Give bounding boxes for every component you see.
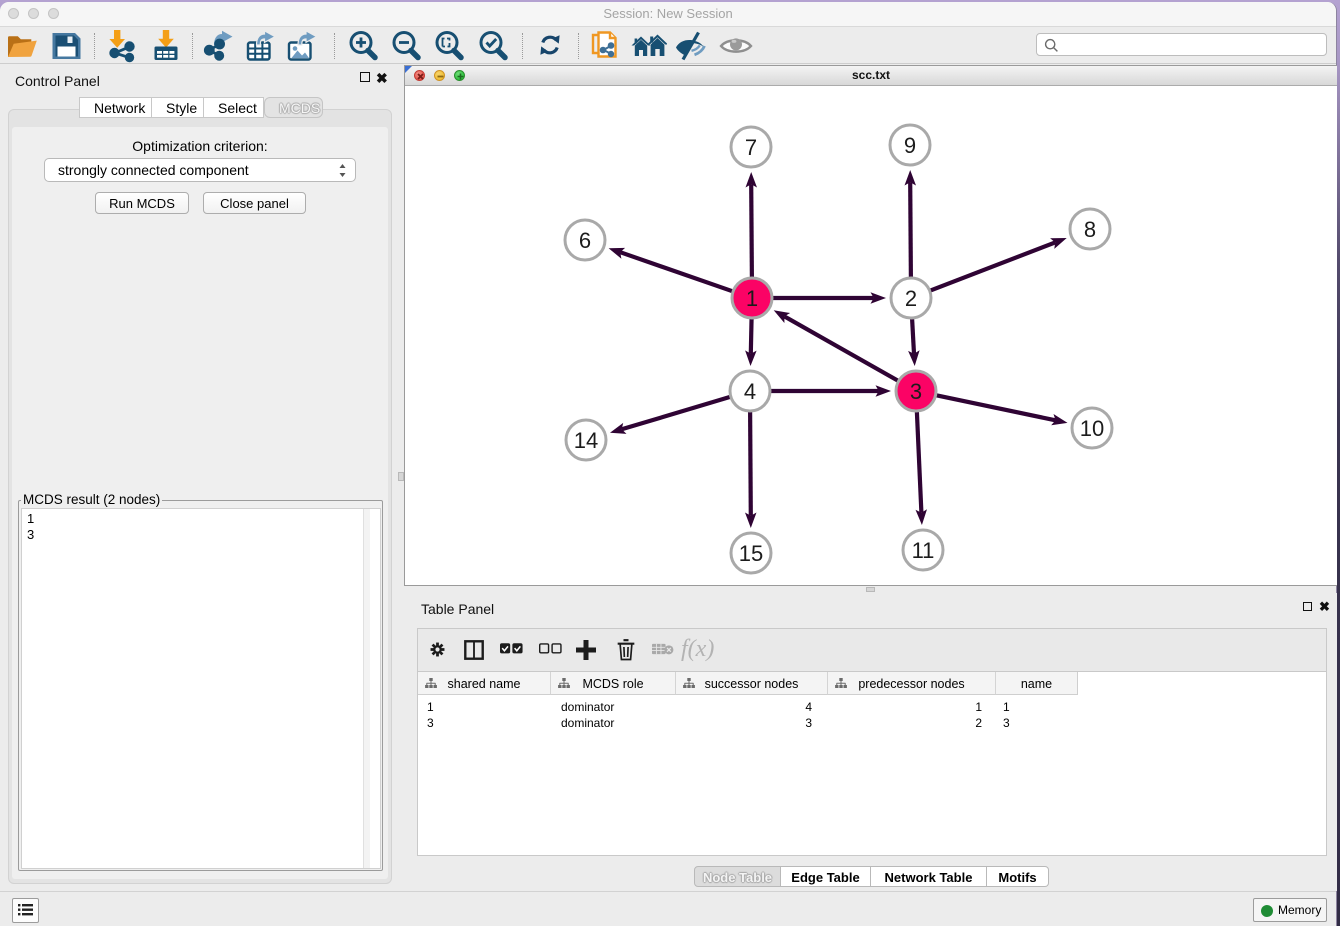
svg-text:14: 14 bbox=[574, 428, 598, 453]
svg-text:7: 7 bbox=[745, 135, 757, 160]
svg-text:1: 1 bbox=[746, 286, 758, 311]
svg-text:3: 3 bbox=[910, 379, 922, 404]
svg-text:15: 15 bbox=[739, 541, 763, 566]
svg-text:10: 10 bbox=[1080, 416, 1104, 441]
svg-text:11: 11 bbox=[912, 538, 935, 563]
svg-text:8: 8 bbox=[1084, 217, 1096, 242]
svg-text:6: 6 bbox=[579, 228, 591, 253]
svg-text:2: 2 bbox=[905, 286, 917, 311]
svg-text:4: 4 bbox=[744, 379, 756, 404]
svg-text:9: 9 bbox=[904, 133, 916, 158]
